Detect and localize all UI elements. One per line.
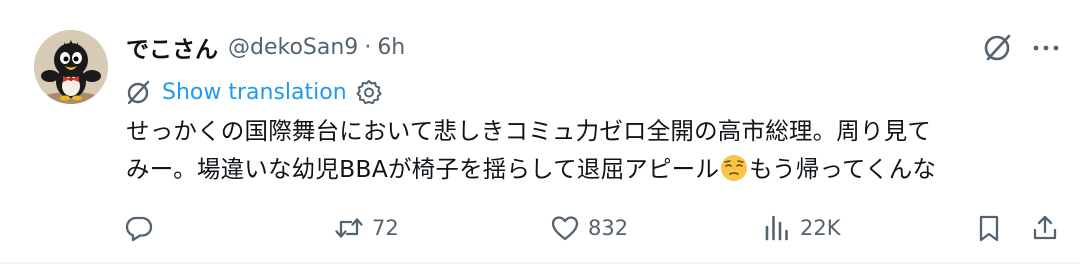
user-handle[interactable]: @dekoSan9 — [228, 35, 358, 60]
pensive-face-emoji — [721, 155, 748, 181]
share-button[interactable] — [1030, 208, 1060, 248]
share-icon — [1033, 215, 1057, 240]
tweet-text-line-1: せっかくの国際舞台において悲しきコミュ力ゼロ全開の高市総理。周り見て — [126, 117, 932, 145]
avatar-penguin-figure — [34, 30, 108, 104]
bookmark-icon — [979, 215, 999, 242]
separator-dot: · — [364, 34, 372, 60]
retweet-count: 72 — [372, 216, 399, 240]
tweet-actions: 72 832 22K — [0, 208, 1080, 248]
tweet-text-line-2-start: みー。場違いな幼児BBAが椅子を揺らして退屈アピール — [126, 155, 720, 183]
retweet-icon — [335, 218, 363, 238]
tweet-card[interactable]: でこさん @dekoSan9 · 6h Show translation せっか… — [0, 0, 1080, 264]
avatar[interactable] — [34, 30, 108, 104]
settings-icon[interactable] — [355, 78, 383, 106]
show-translation-link[interactable]: Show translation — [162, 80, 347, 105]
grok-icon[interactable] — [980, 30, 1016, 66]
tweet-text: せっかくの国際舞台において悲しきコミュ力ゼロ全開の高市総理。周り見て みー。場違… — [126, 112, 1066, 188]
bookmark-button[interactable] — [974, 208, 1004, 248]
more-icon[interactable] — [1028, 30, 1064, 66]
timestamp[interactable]: 6h — [377, 35, 405, 60]
retweet-button[interactable]: 72 — [334, 208, 399, 248]
like-button[interactable]: 832 — [550, 208, 628, 248]
views-button[interactable]: 22K — [762, 208, 841, 248]
views-icon — [765, 215, 788, 241]
tweet-header: でこさん @dekoSan9 · 6h — [126, 30, 405, 64]
reply-button[interactable] — [124, 208, 154, 248]
translate-row: Show translation — [122, 76, 383, 108]
reply-icon — [125, 216, 153, 242]
tweet-text-line-2-end: もう帰ってくんな — [749, 155, 937, 183]
language-icon — [127, 80, 150, 105]
display-name[interactable]: でこさん — [126, 30, 218, 64]
like-count: 832 — [588, 216, 629, 240]
heart-icon — [551, 216, 579, 241]
views-count: 22K — [800, 216, 841, 240]
